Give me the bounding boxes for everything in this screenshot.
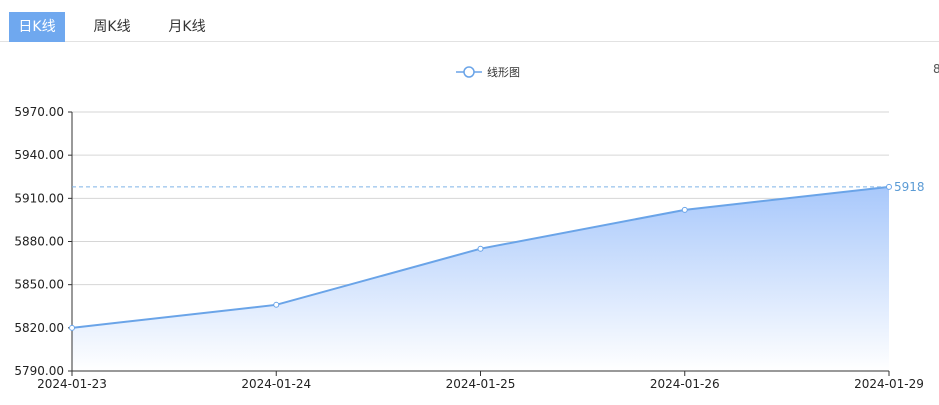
legend[interactable]: 线形图 (456, 65, 520, 79)
x-tick-label: 2024-01-24 (241, 377, 311, 391)
line-chart: 5918 5790.00 5820.00 5850.00 5880.00 5910.00… (14, 65, 925, 391)
y-tick-label: 5910.00 (14, 191, 64, 205)
max-markline: 5918 (72, 180, 925, 194)
markline-label: 5918 (894, 180, 925, 194)
y-tick-label: 5970.00 (14, 105, 64, 119)
legend-label: 线形图 (487, 65, 520, 79)
x-tick-label: 2024-01-23 (37, 377, 107, 391)
y-tick-label: 5850.00 (14, 278, 64, 292)
area-fill (72, 186, 889, 371)
data-point (681, 206, 688, 213)
data-point (69, 324, 75, 331)
y-tick-label: 5880.00 (14, 235, 64, 249)
legend-marker-icon (463, 66, 475, 78)
x-tick-label: 2024-01-26 (650, 377, 720, 391)
data-point (477, 245, 484, 252)
x-tick-label: 2024-01-29 (854, 377, 924, 391)
y-tick-label: 5940.00 (14, 148, 64, 162)
x-tick-label: 2024-01-25 (446, 377, 516, 391)
series-area (72, 186, 889, 371)
data-point (273, 301, 280, 308)
data-point (886, 183, 892, 190)
y-tick-label: 5790.00 (14, 364, 64, 378)
y-tick-label: 5820.00 (14, 321, 64, 335)
